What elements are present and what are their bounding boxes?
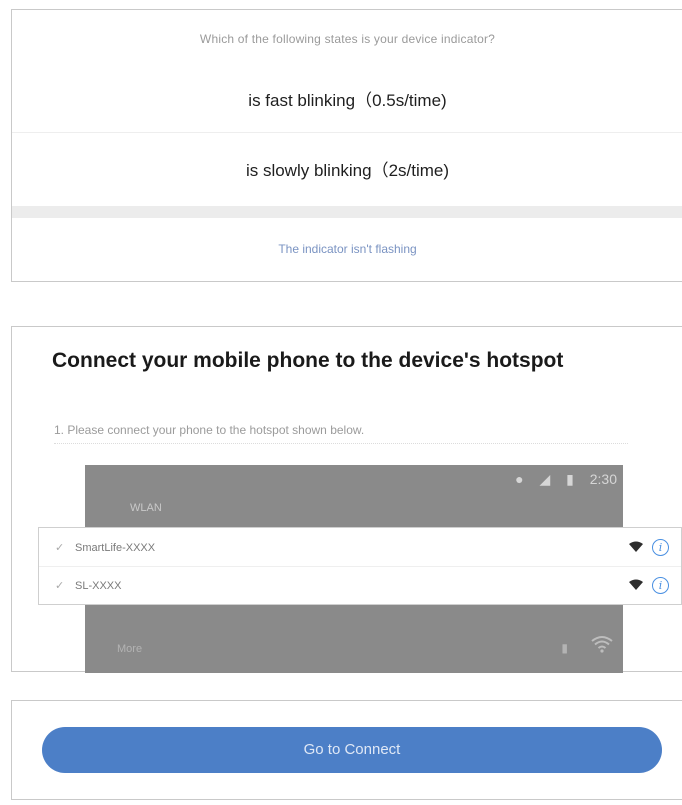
phone-time: 2:30 xyxy=(589,471,617,487)
go-to-connect-button[interactable]: Go to Connect xyxy=(42,727,662,773)
option-fast-blinking[interactable]: is fast blinking（0.5s/time) xyxy=(12,70,682,133)
network-name: SL-XXXX xyxy=(75,580,122,592)
hotspot-title: Connect your mobile phone to the device'… xyxy=(52,349,564,372)
phone-bottom-label: More xyxy=(117,643,143,655)
wifi-signal-icon xyxy=(629,530,643,566)
footer-action-card: Go to Connect xyxy=(11,700,682,800)
dialog-question: Which of the following states is your de… xyxy=(199,32,496,46)
eye-icon: ● xyxy=(515,471,524,487)
section-divider xyxy=(12,206,682,218)
wifi-network-row[interactable]: ✓ SmartLife-XXXX i xyxy=(39,530,681,567)
wifi-signal-icon xyxy=(629,568,643,604)
info-icon[interactable]: i xyxy=(652,577,669,594)
wifi-network-row[interactable]: ✓ SL-XXXX i xyxy=(39,568,681,604)
check-icon: ✓ xyxy=(55,580,65,592)
info-icon[interactable]: i xyxy=(652,539,669,556)
signal-icon: ◢ xyxy=(539,471,551,487)
wlan-label: WLAN xyxy=(130,502,162,514)
battery-icon: ▮ xyxy=(566,471,574,487)
hotspot-instruction-card: Connect your mobile phone to the device'… xyxy=(11,326,682,673)
step-instruction: 1. Please connect your phone to the hots… xyxy=(54,423,628,444)
lock-icon: ▮ xyxy=(561,641,568,655)
option-slow-blinking[interactable]: is slowly blinking（2s/time) xyxy=(12,140,682,202)
check-icon: ✓ xyxy=(55,542,65,554)
network-name: SmartLife-XXXX xyxy=(75,542,156,554)
indicator-not-flashing-link[interactable]: The indicator isn't flashing xyxy=(12,242,682,256)
wifi-network-list: ✓ SmartLife-XXXX i ✓ SL-XXXX i xyxy=(38,527,682,605)
phone-status-bar: ● ◢ ▮ 2:30 xyxy=(503,471,617,488)
indicator-state-dialog: Which of the following states is your de… xyxy=(11,9,682,282)
wifi-icon xyxy=(591,635,613,659)
